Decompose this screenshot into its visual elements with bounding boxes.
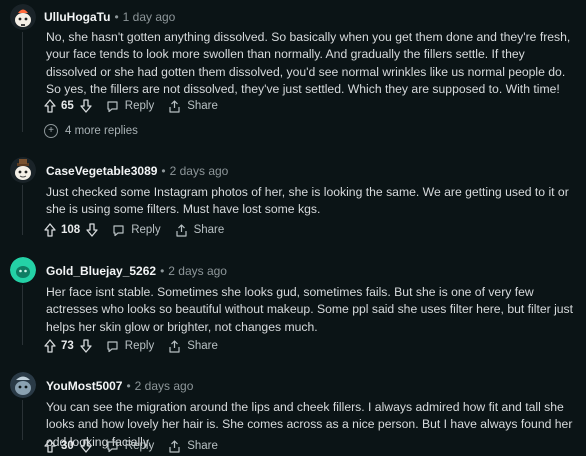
- thread-line: [22, 185, 23, 235]
- upvote-icon[interactable]: [44, 99, 56, 113]
- downvote-icon[interactable]: [80, 99, 92, 113]
- share-button[interactable]: Share: [168, 339, 218, 353]
- reply-label: Reply: [124, 440, 155, 452]
- upvote-icon[interactable]: [44, 439, 56, 453]
- reply-button[interactable]: Reply: [106, 340, 154, 353]
- share-icon: [169, 339, 180, 353]
- separator-dot: •: [114, 10, 119, 24]
- comment-body: No, she hasn't gotten anything dissolved…: [46, 30, 571, 96]
- snoo-avatar-icon: [10, 157, 36, 183]
- username[interactable]: YouMost5007: [46, 379, 122, 393]
- share-label: Share: [187, 440, 218, 452]
- share-button[interactable]: Share: [168, 99, 218, 113]
- share-icon: [169, 99, 180, 113]
- share-button[interactable]: Share: [175, 223, 225, 237]
- comment-icon: [107, 100, 118, 112]
- plus-circle-icon: +: [44, 124, 58, 138]
- avatar[interactable]: [10, 257, 36, 283]
- username[interactable]: UlluHogaTu: [44, 10, 110, 24]
- separator-dot: •: [160, 264, 165, 278]
- share-icon: [175, 223, 187, 237]
- comment-body: Just checked some Instagram photos of he…: [46, 185, 569, 217]
- upvote-icon[interactable]: [44, 339, 56, 353]
- reply-label: Reply: [124, 100, 155, 112]
- share-label: Share: [187, 340, 218, 352]
- vote-count: 73: [61, 340, 74, 352]
- avatar[interactable]: [10, 157, 36, 183]
- thread-line: [22, 400, 23, 440]
- thread-line: [22, 32, 23, 132]
- reply-label: Reply: [131, 224, 161, 236]
- avatar[interactable]: [10, 372, 36, 398]
- avatar[interactable]: [10, 4, 36, 30]
- comment-body: Her face isnt stable. Sometimes she look…: [46, 285, 574, 334]
- upvote-icon[interactable]: [44, 223, 56, 237]
- downvote-icon[interactable]: [80, 439, 92, 453]
- share-icon: [169, 439, 180, 453]
- reply-button[interactable]: Reply: [106, 100, 154, 113]
- username[interactable]: CaseVegetable3089: [46, 164, 157, 178]
- comment-icon: [107, 340, 118, 352]
- snoo-avatar-icon: [10, 372, 36, 398]
- comment-icon: [107, 440, 118, 452]
- downvote-icon[interactable]: [80, 339, 92, 353]
- comment-icon: [113, 224, 124, 236]
- vote-count: 30: [61, 440, 74, 452]
- username[interactable]: Gold_Bluejay_5262: [46, 264, 156, 278]
- timestamp[interactable]: 2 days ago: [170, 164, 229, 178]
- snoo-avatar-icon: [10, 257, 36, 283]
- share-button[interactable]: Share: [168, 439, 218, 453]
- snoo-avatar-icon: [10, 4, 36, 30]
- vote-count: 108: [61, 224, 81, 236]
- separator-dot: •: [161, 164, 166, 178]
- timestamp[interactable]: 2 days ago: [168, 264, 227, 278]
- vote-count: 65: [61, 100, 74, 112]
- more-replies-button[interactable]: + 4 more replies: [44, 124, 138, 138]
- downvote-icon[interactable]: [86, 223, 98, 237]
- thread-line: [22, 285, 23, 345]
- share-label: Share: [193, 224, 225, 236]
- reply-button[interactable]: Reply: [106, 440, 154, 453]
- reply-label: Reply: [124, 340, 155, 352]
- reply-button[interactable]: Reply: [112, 224, 161, 237]
- timestamp[interactable]: 2 days ago: [135, 379, 194, 393]
- separator-dot: •: [126, 379, 131, 393]
- more-replies-label: 4 more replies: [65, 125, 138, 137]
- timestamp[interactable]: 1 day ago: [123, 10, 176, 24]
- share-label: Share: [187, 100, 218, 112]
